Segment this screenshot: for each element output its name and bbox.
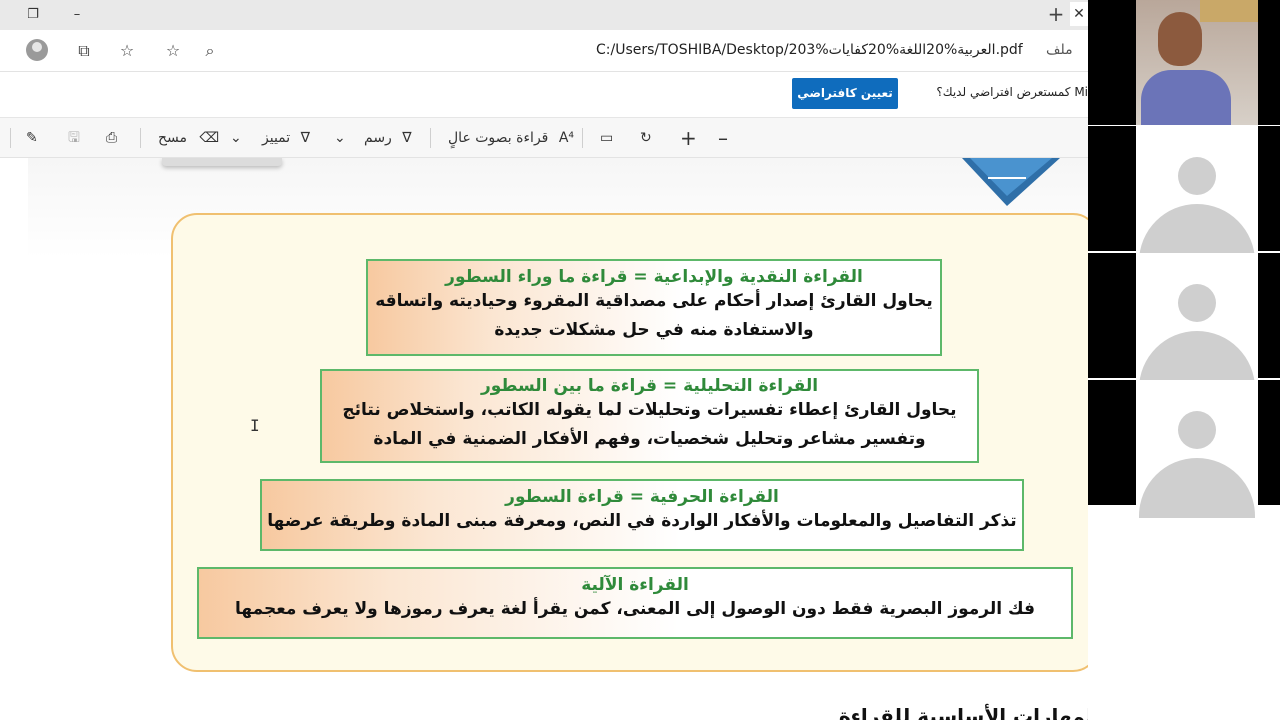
participant-placeholder <box>1136 126 1258 264</box>
file-scheme-label: ملف <box>1046 42 1073 58</box>
collections-icon[interactable]: ⧉ <box>73 40 95 62</box>
profile-avatar-icon[interactable] <box>26 39 48 61</box>
avatar-head-icon <box>1178 284 1216 322</box>
box-body-line: والاستفادة منه في حل مشكلات جديدة <box>494 320 814 340</box>
fit-page-icon[interactable]: ▭ <box>600 128 613 148</box>
reading-level-box-analytical: القراءة التحليلية = قراءة ما بين السطور … <box>320 369 979 463</box>
eraser-icon: ⌫ <box>199 130 220 146</box>
draw-label: رسم <box>364 130 392 146</box>
close-icon[interactable]: ✕ <box>1070 2 1088 26</box>
page-shadow <box>162 158 282 166</box>
video-tile-participant[interactable] <box>1088 380 1280 518</box>
text-cursor-icon: I <box>250 416 260 435</box>
highlight-label: تمييز <box>262 130 291 146</box>
default-viewer-prompt: تعيين كافتراضي Mi كمستعرض افتراضي لديك؟ <box>0 72 1088 118</box>
draw-button[interactable]: رسم ∇ <box>364 128 412 148</box>
avatar-head-icon <box>1178 157 1216 195</box>
read-aloud-icon: A⁴ <box>558 130 575 146</box>
box-body-line: يحاول القارئ إصدار أحكام على مصداقية الم… <box>375 291 933 311</box>
pen-icon: ∇ <box>402 130 412 146</box>
reading-level-box-literal: القراءة الحرفية = قراءة السطور تذكر التف… <box>260 479 1024 551</box>
read-aloud-label: قراءة بصوت عالٍ <box>448 130 549 146</box>
chevron-down-icon[interactable]: ⌄ <box>230 128 242 148</box>
box-body-line: تذكر التفاصيل والمعلومات والأفكار الوارد… <box>267 511 1017 531</box>
restore-icon[interactable]: ❐ <box>24 6 42 24</box>
set-default-button[interactable]: تعيين كافتراضي <box>792 78 898 109</box>
minimize-icon[interactable]: – <box>68 6 86 24</box>
pdf-document-view[interactable]: القراءة النقدية والإبداعية = قراءة ما ور… <box>0 158 1088 720</box>
participant-placeholder <box>1136 253 1258 391</box>
presenter-face <box>1158 12 1202 66</box>
erase-label: مسح <box>158 130 188 146</box>
box-body-line: فك الرموز البصرية فقط دون الوصول إلى الم… <box>235 599 1035 619</box>
box-body-line: يحاول القارئ إعطاء تفسيرات وتحليلات لما … <box>342 400 957 420</box>
blue-triangle-decoration <box>962 158 1060 206</box>
zoom-in-icon[interactable]: + <box>680 128 697 148</box>
box-body-line: وتفسير مشاعر وتحليل شخصيات، وفهم الأفكار… <box>373 429 926 449</box>
rotate-icon[interactable]: ↻ <box>640 128 652 148</box>
highlight-button[interactable]: تمييز ∇ <box>262 128 310 148</box>
reading-level-box-mechanical: القراءة الآلية فك الرموز البصرية فقط دون… <box>197 567 1073 639</box>
box-title: القراءة النقدية والإبداعية = قراءة ما ور… <box>445 267 863 287</box>
video-tile-presenter[interactable] <box>1088 0 1280 125</box>
highlighter-icon: ∇ <box>300 130 310 146</box>
read-aloud-button[interactable]: قراءة بصوت عالٍ A⁴ <box>448 128 574 148</box>
window-titlebar: ❐ – + ✕ <box>0 0 1088 30</box>
zoom-out-icon[interactable]: – <box>718 128 728 148</box>
reading-level-box-critical: القراءة النقدية والإبداعية = قراءة ما ور… <box>366 259 942 356</box>
video-tile-participant[interactable] <box>1088 126 1280 264</box>
video-tile-participant[interactable] <box>1088 253 1280 391</box>
plus-icon[interactable]: + <box>1046 4 1066 24</box>
avatar-head-icon <box>1178 411 1216 449</box>
pdf-toolbar: ✎ 🖫 ⎙ مسح ⌫ ⌄ تمييز ∇ ⌄ رسم ∇ قراءة بصوت… <box>0 118 1088 158</box>
toolbar-divider <box>10 128 11 148</box>
box-title: القراءة الآلية <box>581 575 689 595</box>
avatar-body-icon <box>1139 458 1255 518</box>
box-title: القراءة الحرفية = قراءة السطور <box>505 487 779 507</box>
box-title: القراءة التحليلية = قراءة ما بين السطور <box>480 376 819 396</box>
section-heading: المهارات الأساسية للقراءة <box>838 704 1088 720</box>
erase-button[interactable]: مسح ⌫ <box>158 128 219 148</box>
zoom-icon[interactable]: ⌕ <box>199 40 221 62</box>
prompt-text: Mi كمستعرض افتراضي لديك؟ <box>936 85 1088 99</box>
presenter-body <box>1141 70 1231 125</box>
toolbar-divider <box>140 128 141 148</box>
notes-icon[interactable]: ✎ <box>26 128 38 148</box>
favorites-list-icon[interactable]: ☆ <box>116 40 138 62</box>
add-favorite-icon[interactable]: ☆ <box>162 40 184 62</box>
address-bar-row: ⧉ ☆ ☆ ⌕ C:/Users/TOSHIBA/Desktop/203%الع… <box>0 30 1088 72</box>
print-icon[interactable]: ⎙ <box>106 128 117 148</box>
save-icon[interactable]: 🖫 <box>68 128 80 148</box>
toolbar-divider <box>582 128 583 148</box>
wall-picture <box>1200 0 1258 22</box>
toolbar-divider <box>430 128 431 148</box>
presenter-video <box>1136 0 1258 125</box>
url-field[interactable]: C:/Users/TOSHIBA/Desktop/203%العربية%20ا… <box>596 42 1023 58</box>
chevron-down-icon[interactable]: ⌄ <box>334 128 346 148</box>
participant-placeholder <box>1136 380 1258 518</box>
